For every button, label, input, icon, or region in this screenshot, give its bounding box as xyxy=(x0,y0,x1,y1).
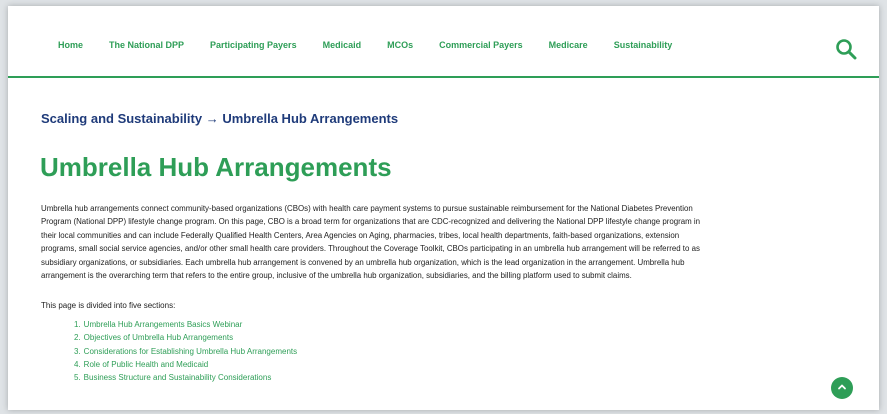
list-number: 1. xyxy=(74,320,81,329)
section-label: Role of Public Health and Medicaid xyxy=(83,359,209,369)
nav-links: Home The National DPP Participating Paye… xyxy=(58,40,698,50)
nav-mcos[interactable]: MCOs xyxy=(387,40,413,50)
section-link-business-structure[interactable]: 5. Business Structure and Sustainability … xyxy=(74,371,297,384)
section-link-webinar[interactable]: 1. Umbrella Hub Arrangements Basics Webin… xyxy=(74,318,297,331)
list-number: 4. xyxy=(74,359,81,369)
search-icon[interactable] xyxy=(835,38,857,60)
intro-line: their local communities and can include … xyxy=(41,230,680,240)
section-link-objectives[interactable]: 2. Objectives of Umbrella Hub Arrangement… xyxy=(74,331,297,344)
intro-line: arrangement is the overarching term that… xyxy=(41,271,632,281)
section-label: Objectives of Umbrella Hub Arrangements xyxy=(83,333,234,343)
page-title: Umbrella Hub Arrangements xyxy=(40,152,392,182)
breadcrumb[interactable]: Scaling and Sustainability → Umbrella Hu… xyxy=(41,111,398,126)
sections-list: 1. Umbrella Hub Arrangements Basics Webin… xyxy=(74,318,297,384)
intro-line: subsidiary organizations, or subsidiarie… xyxy=(41,257,685,267)
list-number: 3. xyxy=(74,346,81,356)
nav-national-dpp[interactable]: The National DPP xyxy=(109,40,184,50)
section-link-public-health[interactable]: 4. Role of Public Health and Medicaid xyxy=(74,358,297,371)
page-frame: Home The National DPP Participating Paye… xyxy=(8,6,879,410)
nav-medicaid[interactable]: Medicaid xyxy=(323,40,362,50)
intro-paragraph: Umbrella hub arrangements connect commun… xyxy=(41,202,855,282)
back-to-top-button[interactable] xyxy=(831,377,853,399)
section-label: Considerations for Establishing Umbrella… xyxy=(83,346,298,356)
nav-home[interactable]: Home xyxy=(58,40,83,50)
intro-line: programs, small social service agencies,… xyxy=(41,244,700,254)
sections-intro-text: This page is divided into five sections: xyxy=(41,301,176,310)
section-link-considerations[interactable]: 3. Considerations for Establishing Umbrel… xyxy=(74,345,297,358)
intro-line: Program (National DPP) lifestyle change … xyxy=(41,217,701,227)
intro-line: Umbrella hub arrangements connect commun… xyxy=(41,204,693,213)
nav-sustainability[interactable]: Sustainability xyxy=(614,40,673,50)
chevron-up-icon xyxy=(837,379,847,397)
nav-participating-payers[interactable]: Participating Payers xyxy=(210,40,297,50)
list-number: 5. xyxy=(74,373,81,383)
section-label: Business Structure and Sustainability Co… xyxy=(83,373,272,383)
nav-commercial-payers[interactable]: Commercial Payers xyxy=(439,40,523,50)
nav-medicare[interactable]: Medicare xyxy=(549,40,588,50)
top-navigation: Home The National DPP Participating Paye… xyxy=(8,6,879,78)
list-number: 2. xyxy=(74,333,81,343)
section-label: Umbrella Hub Arrangements Basics Webinar xyxy=(83,320,243,329)
